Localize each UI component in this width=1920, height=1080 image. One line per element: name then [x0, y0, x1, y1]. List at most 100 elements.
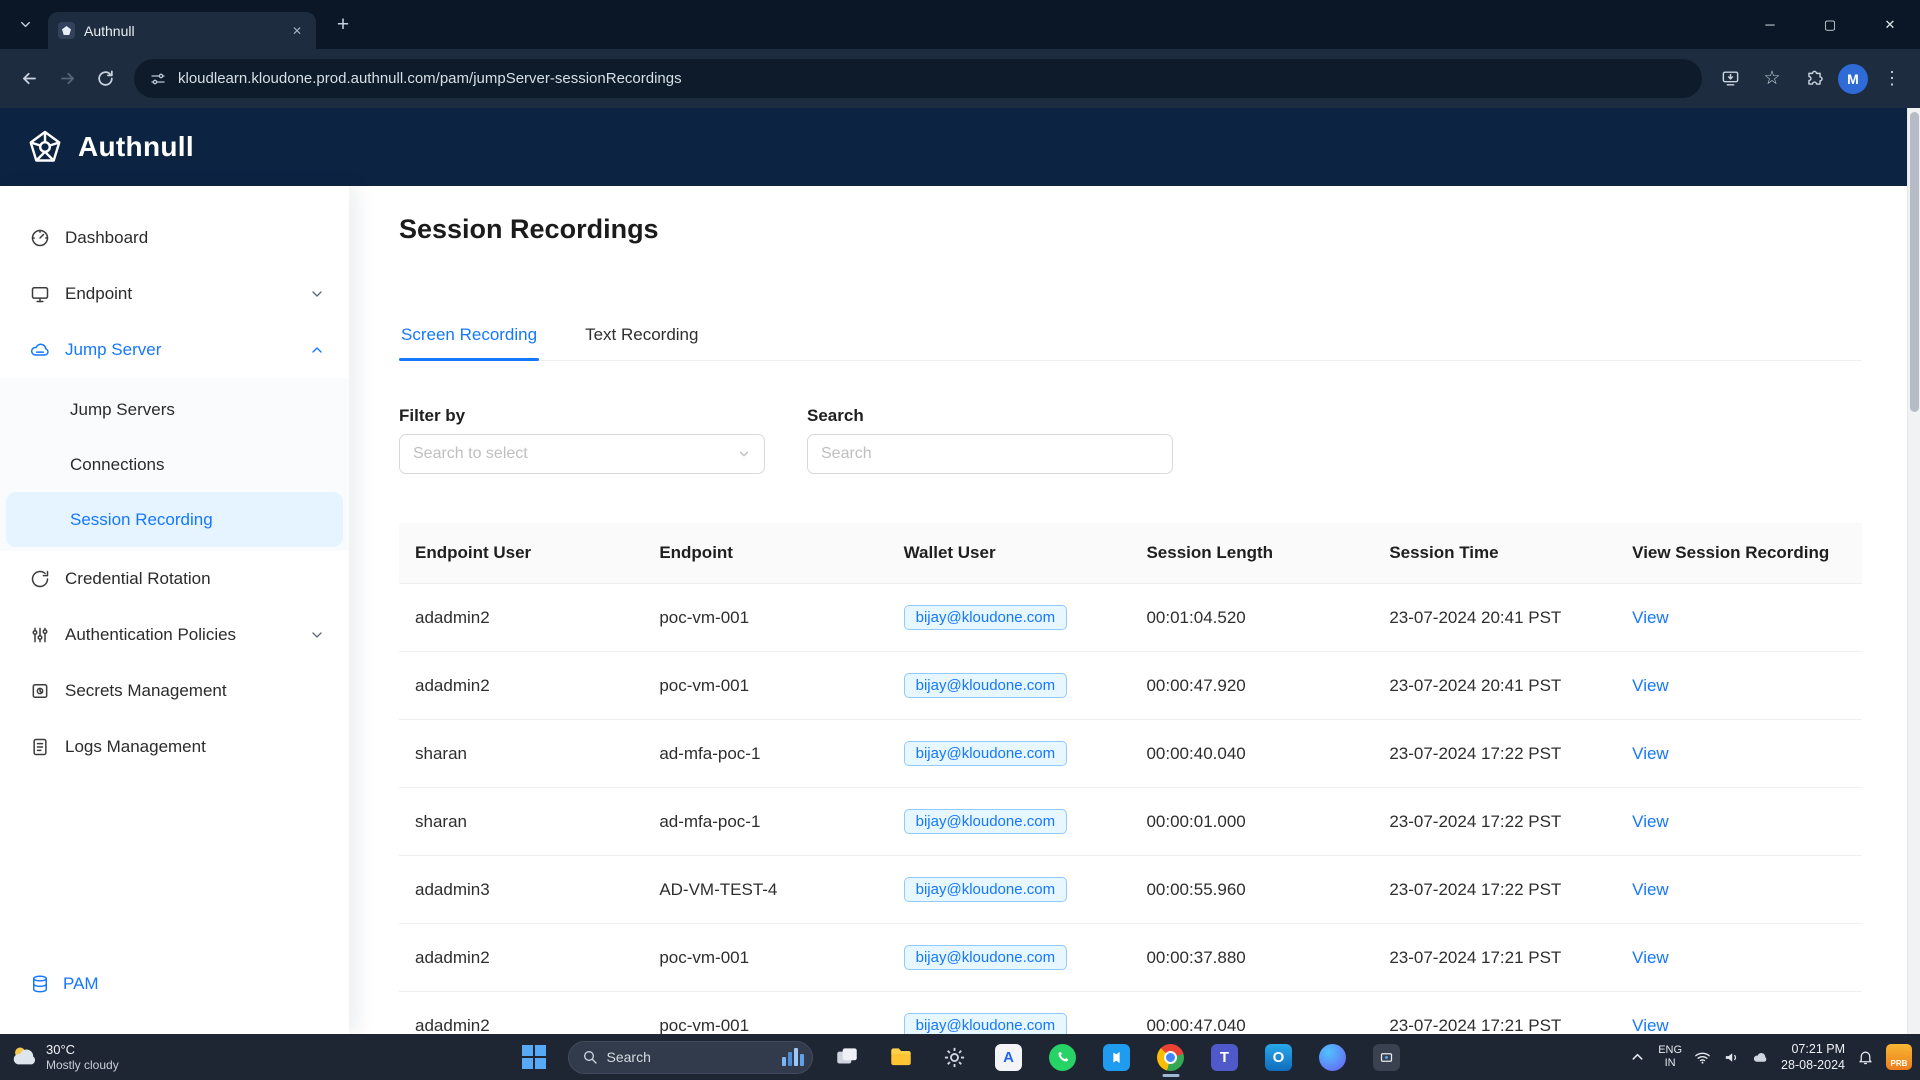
tray-expand-button[interactable] — [1629, 1049, 1646, 1066]
sidebar-item-session-recording[interactable]: Session Recording — [6, 492, 343, 547]
sidebar-item-label: Authentication Policies — [65, 625, 237, 644]
back-button[interactable] — [10, 60, 48, 98]
close-button[interactable]: ✕ — [1860, 0, 1920, 49]
task-view-icon — [836, 1048, 857, 1064]
view-session-link[interactable]: View — [1632, 744, 1669, 763]
cell-endpoint-user: sharan — [399, 719, 644, 788]
start-button[interactable] — [514, 1037, 554, 1077]
extensions-button[interactable] — [1796, 61, 1832, 97]
task-view-button[interactable] — [827, 1037, 867, 1077]
notifications-button[interactable] — [1857, 1049, 1874, 1066]
view-session-link[interactable]: View — [1632, 1016, 1669, 1035]
sidebar-item-connections[interactable]: Connections — [6, 437, 343, 492]
volume-button[interactable] — [1723, 1049, 1740, 1066]
reload-button[interactable] — [86, 60, 124, 98]
settings-button[interactable] — [935, 1037, 975, 1077]
scrollbar-thumb[interactable] — [1910, 112, 1919, 412]
cell-view: View — [1616, 583, 1862, 652]
cloud-status-button[interactable] — [1752, 1049, 1769, 1066]
tab-close-icon[interactable]: ✕ — [288, 22, 306, 40]
cell-session-time: 23-07-2024 20:41 PST — [1373, 651, 1617, 720]
app-a-icon: A — [995, 1043, 1022, 1071]
filter-select[interactable]: Search to select — [399, 434, 765, 474]
search-input[interactable] — [807, 434, 1173, 474]
taskbar-search[interactable]: Search — [567, 1040, 813, 1074]
view-session-link[interactable]: View — [1632, 676, 1669, 695]
sidebar-item-label: Logs Management — [65, 737, 206, 756]
cell-endpoint-user: adadmin3 — [399, 855, 644, 924]
clock[interactable]: 07:21 PM 28-08-2024 — [1781, 1041, 1845, 1074]
wallet-user-tag: bijay@kloudone.com — [903, 673, 1068, 698]
sidebar-item-pam[interactable]: PAM — [30, 974, 99, 994]
page-scrollbar[interactable] — [1907, 108, 1920, 1034]
sun-cloud-icon — [13, 1047, 35, 1065]
sidebar-item-jump-servers[interactable]: Jump Servers — [6, 382, 343, 437]
screen-snip-button[interactable] — [1367, 1037, 1407, 1077]
cell-wallet-user: bijay@kloudone.com — [887, 651, 1131, 720]
sidebar-item-credential-rotation[interactable]: Credential Rotation — [0, 551, 349, 607]
profile-avatar[interactable]: M — [1838, 63, 1868, 94]
maximize-button[interactable]: ▢ — [1800, 0, 1860, 49]
browser-toolbar: kloudlearn.kloudone.prod.authnull.com/pa… — [0, 49, 1920, 108]
prb-tray-badge[interactable]: PRB — [1886, 1044, 1912, 1070]
bookmark-button[interactable]: ☆ — [1754, 61, 1790, 97]
install-app-button[interactable] — [1712, 61, 1748, 97]
language-indicator[interactable]: ENG IN — [1658, 1044, 1682, 1070]
vscode-button[interactable] — [1097, 1037, 1137, 1077]
outlook-button[interactable]: O — [1259, 1037, 1299, 1077]
speaker-icon — [1725, 1052, 1737, 1062]
table-row: adadmin2 poc-vm-001 bijay@kloudone.com 0… — [399, 583, 1862, 652]
taskbar-search-placeholder: Search — [606, 1049, 651, 1065]
cloud-icon — [1753, 1052, 1767, 1062]
app-a-button[interactable]: A — [989, 1037, 1029, 1077]
chevron-down-icon — [309, 627, 325, 643]
wallet-user-tag: bijay@kloudone.com — [903, 741, 1068, 766]
browser-menu-button[interactable]: ⋮ — [1874, 61, 1910, 97]
address-bar[interactable]: kloudlearn.kloudone.prod.authnull.com/pa… — [134, 59, 1702, 98]
forward-button[interactable] — [48, 60, 86, 98]
table-row: adadmin2 poc-vm-001 bijay@kloudone.com 0… — [399, 651, 1862, 720]
file-explorer-button[interactable] — [881, 1037, 921, 1077]
chrome-button[interactable] — [1151, 1037, 1191, 1077]
dashboard-icon — [30, 228, 50, 248]
cell-view: View — [1616, 991, 1862, 1035]
sidebar-item-dashboard[interactable]: Dashboard — [0, 210, 349, 266]
taskbar-weather-widget[interactable]: 30°C Mostly cloudy — [10, 1042, 119, 1072]
sidebar-item-endpoint[interactable]: Endpoint — [0, 266, 349, 322]
teams-button[interactable]: T — [1205, 1037, 1245, 1077]
sidebar-item-jump-server[interactable]: Jump Server — [0, 322, 349, 378]
cell-session-length: 00:00:40.040 — [1130, 719, 1374, 788]
wifi-button[interactable] — [1694, 1049, 1711, 1066]
sidebar-item-secrets-management[interactable]: Secrets Management — [0, 663, 349, 719]
tab-screen-recording[interactable]: Screen Recording — [399, 315, 540, 361]
tab-search-button[interactable] — [8, 8, 42, 42]
chrome-icon — [1157, 1043, 1184, 1071]
whatsapp-button[interactable] — [1043, 1037, 1083, 1077]
sidebar-item-label: Secrets Management — [65, 681, 227, 700]
url-text[interactable]: kloudlearn.kloudone.prod.authnull.com/pa… — [178, 70, 682, 87]
weather-condition: Mostly cloudy — [46, 1057, 119, 1072]
wallet-user-tag: bijay@kloudone.com — [903, 945, 1068, 970]
main-content: Session Recordings Screen Recording Text… — [349, 186, 1920, 1034]
view-session-link[interactable]: View — [1632, 812, 1669, 831]
tab-text-recording[interactable]: Text Recording — [583, 315, 700, 360]
new-tab-button[interactable]: + — [328, 13, 358, 37]
view-session-link[interactable]: View — [1632, 880, 1669, 899]
browser-tab[interactable]: Authnull ✕ — [48, 12, 316, 49]
cell-wallet-user: bijay@kloudone.com — [887, 719, 1131, 788]
app-b-button[interactable] — [1313, 1037, 1353, 1077]
cell-view: View — [1616, 923, 1862, 992]
wallet-user-tag: bijay@kloudone.com — [903, 877, 1068, 902]
column-view-session-recording: View Session Recording — [1616, 523, 1862, 584]
app-b-icon — [1319, 1043, 1346, 1071]
outlook-icon: O — [1265, 1043, 1292, 1071]
back-arrow-icon — [22, 72, 36, 85]
star-icon: ☆ — [1763, 68, 1781, 89]
sidebar-item-authentication-policies[interactable]: Authentication Policies — [0, 607, 349, 663]
sidebar-item-logs-management[interactable]: Logs Management — [0, 719, 349, 775]
cell-session-time: 23-07-2024 17:21 PST — [1373, 991, 1617, 1034]
minimize-button[interactable]: ─ — [1740, 0, 1800, 49]
view-session-link[interactable]: View — [1632, 948, 1669, 967]
view-session-link[interactable]: View — [1632, 608, 1669, 627]
filter-select-placeholder: Search to select — [413, 445, 528, 462]
